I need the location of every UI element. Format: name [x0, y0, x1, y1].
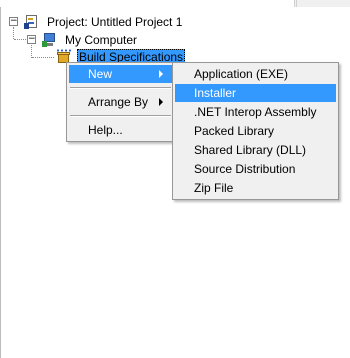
new-submenu: Application (EXE) Installer .NET Interop…	[172, 62, 339, 200]
menu-item-label: New	[88, 67, 113, 81]
menu-item-arrange-by[interactable]: Arrange By	[69, 93, 172, 111]
menu-item-label: Shared Library (DLL)	[194, 143, 307, 157]
computer-icon	[42, 32, 58, 48]
tab-strip	[0, 0, 350, 7]
menu-item-label: Arrange By	[88, 95, 149, 109]
submenu-item-application-exe[interactable]: Application (EXE)	[175, 65, 336, 83]
left-border	[0, 7, 1, 358]
tree-item-my-computer[interactable]: My Computer	[65, 32, 137, 48]
menu-item-label: Help...	[88, 123, 123, 137]
project-explorer-window: − Project: Untitled Project 1 − My Compu…	[0, 0, 350, 358]
tree-connector-line	[32, 57, 54, 59]
project-icon	[24, 14, 40, 30]
menu-item-label: Installer	[194, 86, 237, 100]
menu-item-label: Application (EXE)	[194, 67, 289, 81]
menu-item-label: Source Distribution	[194, 162, 296, 176]
tab-edge	[0, 0, 295, 7]
submenu-arrow-icon	[159, 70, 163, 78]
tab-divider	[296, 0, 297, 7]
project-expander[interactable]: −	[9, 17, 18, 26]
context-menu: New Arrange By Help...	[66, 62, 175, 142]
submenu-item-zip-file[interactable]: Zip File	[175, 179, 336, 197]
submenu-item-shared-library-dll[interactable]: Shared Library (DLL)	[175, 141, 336, 159]
tree-item-project[interactable]: Project: Untitled Project 1	[47, 14, 182, 30]
submenu-item-net-interop-assembly[interactable]: .NET Interop Assembly	[175, 103, 336, 121]
submenu-item-packed-library[interactable]: Packed Library	[175, 122, 336, 140]
submenu-arrow-icon	[159, 98, 163, 106]
menu-item-new[interactable]: New	[69, 65, 172, 83]
menu-separator	[70, 115, 171, 117]
submenu-item-installer[interactable]: Installer	[175, 84, 336, 102]
computer-expander[interactable]: −	[27, 35, 36, 44]
menu-item-help[interactable]: Help...	[69, 121, 172, 139]
menu-item-label: Packed Library	[194, 124, 275, 138]
menu-item-label: Zip File	[194, 181, 234, 195]
submenu-item-source-distribution[interactable]: Source Distribution	[175, 160, 336, 178]
menu-item-label: .NET Interop Assembly	[194, 105, 317, 119]
menu-separator	[70, 87, 171, 89]
tree-connector-line	[13, 27, 15, 39]
tree-connector-line	[14, 39, 26, 41]
